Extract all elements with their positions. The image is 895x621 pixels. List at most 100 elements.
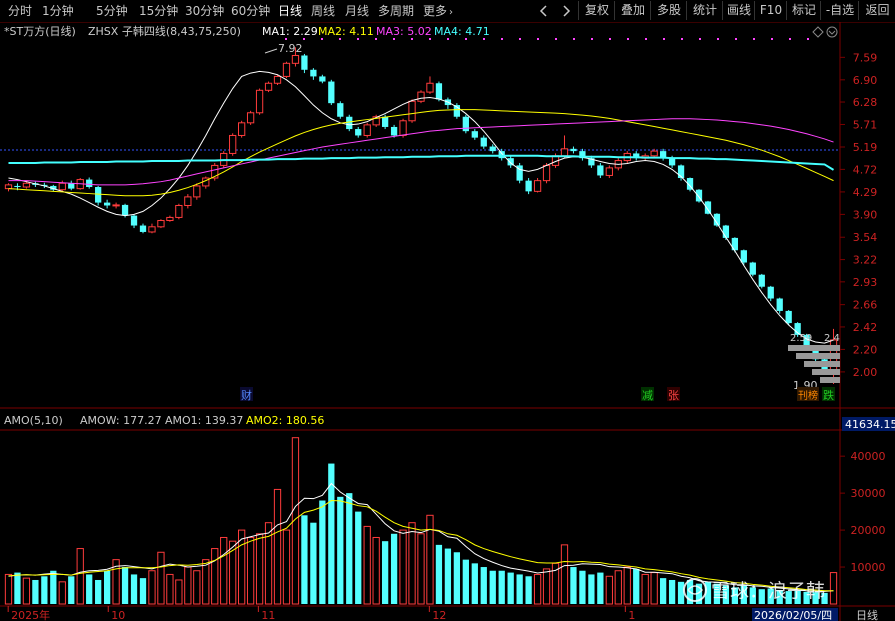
candle-body bbox=[346, 116, 353, 130]
candle-body bbox=[749, 262, 756, 275]
volume-tick-label: 20000 bbox=[851, 524, 886, 537]
fall-badge[interactable]: 跌 bbox=[823, 388, 834, 402]
price-tick-label: 2.42 bbox=[853, 321, 878, 334]
volume-bar bbox=[381, 541, 389, 604]
signal-dot bbox=[735, 38, 737, 40]
volume-bar bbox=[14, 572, 21, 604]
volume-bar bbox=[435, 544, 443, 604]
period-tab-5min[interactable]: 5分钟 bbox=[96, 3, 128, 19]
stats-button[interactable]: 统计 bbox=[686, 1, 723, 20]
volume-bar bbox=[417, 533, 425, 605]
volume-bar bbox=[139, 578, 147, 604]
ma1-value: MA1: 2.29 bbox=[262, 25, 318, 38]
period-tab-more[interactable]: 更多 › bbox=[423, 3, 453, 19]
candle-body bbox=[542, 164, 551, 182]
remove-watchlist-button[interactable]: -自选 bbox=[820, 1, 859, 20]
volume-bar bbox=[829, 572, 838, 605]
price-tick-label: 2.00 bbox=[853, 366, 878, 379]
period-tab-intraday[interactable]: 分时 bbox=[8, 3, 32, 19]
forward-button[interactable] bbox=[556, 1, 576, 20]
ma3-value: MA3: 5.02 bbox=[376, 25, 432, 38]
f10-button[interactable]: F10 bbox=[754, 1, 787, 20]
volume-bar bbox=[444, 548, 452, 604]
candle-body bbox=[246, 112, 255, 124]
finance-badge[interactable]: 财 bbox=[241, 388, 252, 402]
period-tab-daily[interactable]: 日线 bbox=[278, 3, 302, 19]
candle-body bbox=[462, 116, 469, 132]
reduce-badge[interactable]: 减 bbox=[642, 389, 653, 402]
candle-body bbox=[650, 150, 658, 157]
candle-body bbox=[184, 196, 192, 206]
period-label: 日线 bbox=[856, 608, 878, 621]
time-tick-label: 2025年 bbox=[11, 608, 50, 621]
candle-body bbox=[112, 204, 120, 207]
recent-label-1: 2.59 bbox=[790, 333, 812, 344]
adjust-button[interactable]: 复权 bbox=[578, 1, 615, 20]
period-tab-30min[interactable]: 30分钟 bbox=[185, 3, 224, 19]
time-tick-label: 10 bbox=[111, 609, 125, 621]
time-axis: 2025年 10 11 12 1 bbox=[7, 606, 635, 621]
volume-bar bbox=[220, 536, 228, 605]
volume-bar bbox=[516, 574, 523, 604]
candle-body bbox=[148, 226, 156, 233]
candle-body bbox=[103, 202, 111, 206]
volume-bar bbox=[426, 514, 434, 605]
signal-dot bbox=[339, 38, 341, 40]
candle-body bbox=[229, 134, 237, 154]
price-tick-label: 7.59 bbox=[853, 51, 878, 64]
volume-bar bbox=[95, 579, 102, 604]
volume-bar bbox=[32, 579, 39, 604]
signal-dots bbox=[285, 38, 809, 40]
volume-bar bbox=[50, 570, 57, 604]
signal-dot bbox=[645, 38, 647, 40]
multi-stock-button[interactable]: 多股 bbox=[650, 1, 687, 20]
price-tick-label: 5.19 bbox=[853, 141, 878, 154]
stock-chart[interactable]: *ST万方(日线) ZHSX 子韩四线(8,43,75,250) MA1: 2.… bbox=[0, 22, 895, 621]
candle-body bbox=[758, 274, 765, 287]
period-tab-multi[interactable]: 多周期 bbox=[378, 3, 414, 19]
settings-icon[interactable] bbox=[812, 26, 824, 38]
expand-icon[interactable] bbox=[826, 26, 838, 38]
draw-line-button[interactable]: 画线 bbox=[722, 1, 755, 20]
signal-dot bbox=[681, 38, 683, 40]
overlay-button[interactable]: 叠加 bbox=[614, 1, 651, 20]
volume-bar bbox=[498, 570, 505, 604]
ma2-value: MA2: 4.11 bbox=[318, 25, 374, 38]
candle-body bbox=[767, 286, 774, 299]
candle-body bbox=[480, 137, 487, 147]
candle-body bbox=[282, 62, 291, 77]
candle-body bbox=[4, 184, 13, 190]
date-readout: 2026/02/05/四 bbox=[754, 609, 832, 621]
signal-dot bbox=[321, 38, 323, 40]
list-badge[interactable]: 刊榜 bbox=[798, 389, 818, 402]
candle-body bbox=[328, 81, 335, 104]
price-tick-label: 3.22 bbox=[853, 254, 878, 267]
signal-dot bbox=[285, 38, 287, 40]
back-button[interactable] bbox=[534, 1, 554, 20]
signal-dot bbox=[537, 38, 539, 40]
period-tab-15min[interactable]: 15分钟 bbox=[139, 3, 178, 19]
volume-bar bbox=[614, 570, 622, 605]
amo2-value: AMO2: 180.56 bbox=[246, 414, 324, 427]
period-tab-1min[interactable]: 1分钟 bbox=[42, 3, 74, 19]
ma-line-ma2 bbox=[8, 109, 834, 197]
signal-dot bbox=[375, 38, 377, 40]
candle-body bbox=[560, 148, 569, 157]
period-tab-60min[interactable]: 60分钟 bbox=[231, 3, 270, 19]
period-tab-weekly[interactable]: 周线 bbox=[311, 3, 335, 19]
candle-body bbox=[435, 83, 443, 100]
volume-bar bbox=[58, 581, 66, 605]
price-tick-label: 3.90 bbox=[853, 208, 878, 221]
candle-body bbox=[319, 76, 326, 82]
signal-dot bbox=[609, 38, 611, 40]
return-button[interactable]: 返回 bbox=[858, 1, 895, 20]
period-tab-monthly[interactable]: 月线 bbox=[345, 3, 369, 19]
amo-title: AMO(5,10) bbox=[4, 414, 63, 427]
price-tick-label: 6.90 bbox=[853, 74, 878, 87]
candle-body bbox=[355, 129, 362, 136]
chevron-right-icon bbox=[563, 4, 571, 17]
rise-badge[interactable]: 张 bbox=[668, 389, 679, 402]
mark-button[interactable]: 标记 bbox=[786, 1, 821, 20]
price-axis: 7.59 6.90 6.28 5.71 5.19 4.72 4.29 3.90 3.54 3.22… bbox=[840, 51, 877, 379]
volume-bar bbox=[355, 511, 362, 604]
